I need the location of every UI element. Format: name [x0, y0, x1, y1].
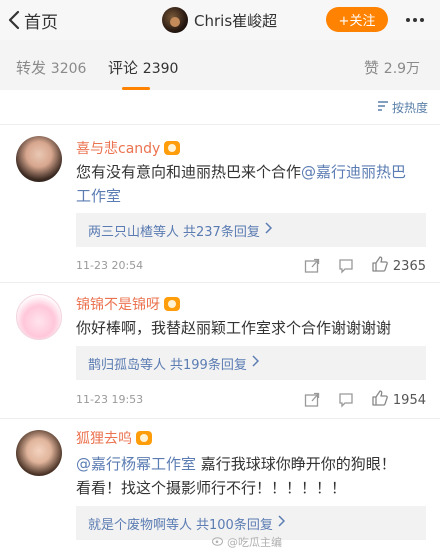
thumbs-up-icon: [371, 389, 389, 411]
comment-text: 您有没有意向和迪丽热巴来个合作@嘉行迪丽热巴 工作室: [76, 160, 426, 208]
chevron-right-icon: [277, 515, 285, 531]
like-count: 2.9万: [383, 61, 421, 77]
chevron-right-icon: [264, 222, 272, 238]
top-bar: 首页 Chris崔峻超 +关注: [0, 0, 440, 40]
chevron-left-icon: [8, 10, 20, 30]
commenter-avatar[interactable]: [16, 430, 62, 476]
repost-label: 转发: [16, 59, 47, 77]
comment-icon[interactable]: [337, 391, 355, 409]
comment-text: @嘉行杨幂工作室 嘉行我球球你睁开你的狗眼！ 看看！找这个摄影师行不行！！！！！…: [76, 452, 426, 500]
like-label: 赞: [364, 59, 380, 77]
author-header[interactable]: Chris崔峻超: [162, 6, 277, 34]
watermark-text: @吃瓜主编: [227, 536, 282, 549]
chevron-right-icon: [251, 355, 259, 371]
comment-text-part: 看看！找这个摄影师行不行！！！！！！: [76, 479, 347, 497]
like-button[interactable]: 1954: [371, 389, 426, 411]
commenter-name-text: 喜与悲candy: [76, 141, 161, 157]
mention-link[interactable]: @嘉行迪丽热巴: [301, 163, 406, 181]
comment-icon[interactable]: [337, 257, 355, 275]
commenter-name[interactable]: 锦锦不是锦呀: [76, 294, 180, 314]
follow-button[interactable]: +关注: [326, 7, 388, 32]
comment-text-part: 嘉行我球球你睁开你的狗眼！: [196, 455, 396, 473]
comment-count: 2390: [142, 61, 179, 77]
reply-count: 共237条回复: [183, 224, 260, 240]
back-button[interactable]: 首页: [8, 6, 58, 34]
author-avatar[interactable]: [162, 7, 188, 33]
repost-count: 3206: [50, 61, 87, 77]
author-name: Chris崔峻超: [194, 11, 278, 30]
commenter-avatar[interactable]: [16, 294, 62, 340]
back-label: 首页: [24, 12, 58, 33]
vip-badge-icon: [136, 431, 152, 445]
watermark: @吃瓜主编: [212, 534, 282, 550]
commenter-name[interactable]: 喜与悲candy: [76, 138, 181, 158]
comment-time: 11-23 20:54: [76, 259, 144, 272]
mention-link[interactable]: @嘉行杨幂工作室: [76, 455, 196, 473]
commenter-name[interactable]: 狐狸去呜: [76, 428, 152, 448]
share-icon[interactable]: [303, 257, 321, 275]
comment-text: 你好棒啊，我替赵丽颖工作室求个合作谢谢谢谢: [76, 319, 392, 337]
comment-actions: 2365: [303, 255, 426, 277]
mention-link-continued[interactable]: 工作室: [76, 187, 121, 205]
like-button[interactable]: 2365: [371, 255, 426, 277]
commenter-name-text: 锦锦不是锦呀: [76, 297, 160, 313]
tab-comments[interactable]: 评论 2390: [108, 57, 179, 90]
vip-badge-icon: [164, 297, 180, 311]
like-count: 2365: [392, 258, 426, 274]
reply-users: 就是个废物啊等人: [88, 517, 193, 533]
sort-row: 按热度: [0, 90, 440, 124]
weibo-logo-icon: [212, 535, 224, 549]
comment-text-part: 您有没有意向和迪丽热巴来个合作: [76, 163, 302, 181]
commenter-avatar[interactable]: [16, 136, 62, 182]
like-count: 1954: [392, 392, 426, 408]
comment-actions: 1954: [303, 389, 426, 411]
reply-users: 鹊归孤岛等人: [88, 357, 167, 373]
reply-count: 共199条回复: [170, 357, 247, 373]
reply-count: 共100条回复: [196, 517, 273, 533]
replies-summary[interactable]: 鹊归孤岛等人 共199条回复: [76, 346, 426, 380]
commenter-name-text: 狐狸去呜: [76, 431, 132, 447]
comment-item: 锦锦不是锦呀 你好棒啊，我替赵丽颖工作室求个合作谢谢谢谢 鹊归孤岛等人 共199…: [0, 282, 440, 418]
thumbs-up-icon: [371, 255, 389, 277]
comment-item: 狐狸去呜 @嘉行杨幂工作室 嘉行我球球你睁开你的狗眼！ 看看！找这个摄影师行不行…: [0, 418, 440, 553]
sort-icon: [377, 100, 389, 115]
stats-tabs: 转发 3206 评论 2390 赞 2.9万: [0, 40, 440, 90]
tab-likes[interactable]: 赞 2.9万: [364, 57, 420, 78]
vip-badge-icon: [164, 141, 181, 155]
comment-label: 评论: [108, 59, 139, 77]
reply-users: 两三只山楂等人: [88, 224, 180, 240]
replies-summary[interactable]: 两三只山楂等人 共237条回复: [76, 213, 426, 247]
more-icon[interactable]: [402, 8, 428, 32]
sort-by-hot-button[interactable]: 按热度: [377, 99, 428, 116]
sort-label: 按热度: [391, 101, 428, 115]
tab-repost[interactable]: 转发 3206: [16, 57, 86, 78]
comment-time: 11-23 19:53: [76, 393, 144, 406]
share-icon[interactable]: [303, 391, 321, 409]
comment-item: 喜与悲candy 您有没有意向和迪丽热巴来个合作@嘉行迪丽热巴 工作室 两三只山…: [0, 124, 440, 282]
